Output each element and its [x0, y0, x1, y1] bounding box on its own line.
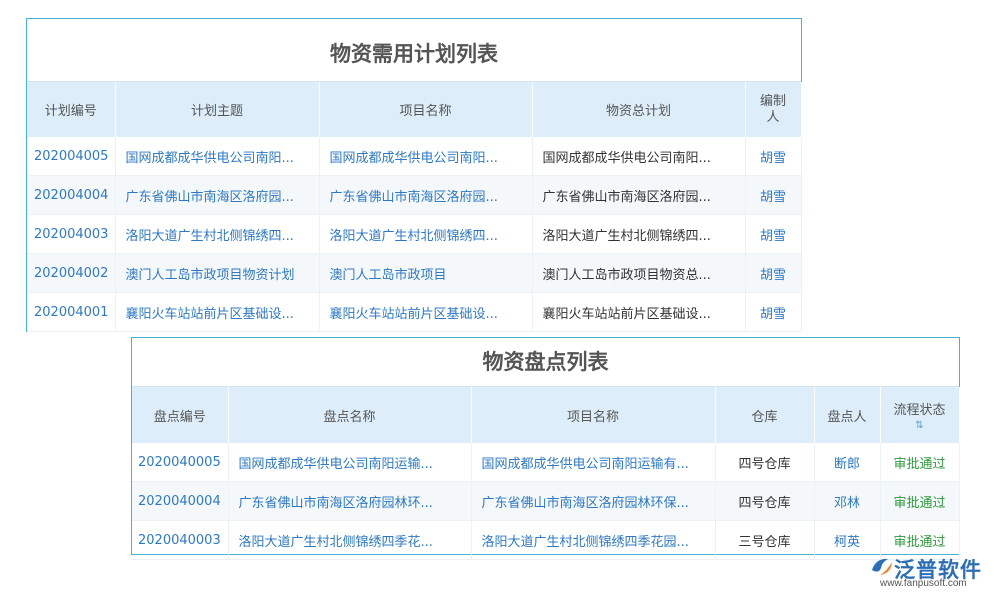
col-header-author[interactable]: 编制 人: [745, 82, 801, 137]
count-name-link[interactable]: 广东省佛山市南海区洛府园林环...: [228, 482, 471, 521]
author-link[interactable]: 胡雪: [745, 137, 801, 176]
inventory-list-table: 盘点编号 盘点名称 项目名称 仓库 盘点人 流程状态 ⇅ 2020040005 …: [132, 387, 960, 560]
project-name-link[interactable]: 广东省佛山市南海区洛府园林环保...: [471, 482, 715, 521]
author-link[interactable]: 胡雪: [745, 254, 801, 293]
plan-id-link[interactable]: 202004001: [27, 293, 115, 332]
project-name-link[interactable]: 洛阳大道广生村北侧锦绣四季花园...: [471, 521, 715, 560]
col-header-project-name[interactable]: 项目名称: [319, 82, 532, 137]
col-header-count-id[interactable]: 盘点编号: [132, 387, 228, 443]
counter-link[interactable]: 邓林: [814, 482, 880, 521]
author-link[interactable]: 胡雪: [745, 215, 801, 254]
plan-header-row: 计划编号 计划主题 项目名称 物资总计划 编制 人: [27, 82, 801, 137]
total-plan-cell: 澳门人工岛市政项目物资总...: [532, 254, 745, 293]
plan-subject-link[interactable]: 广东省佛山市南海区洛府园...: [115, 176, 319, 215]
author-link[interactable]: 胡雪: [745, 293, 801, 332]
plan-subject-link[interactable]: 襄阳火车站站前片区基础设...: [115, 293, 319, 332]
plan-id-link[interactable]: 202004004: [27, 176, 115, 215]
table-row[interactable]: 202004001 襄阳火车站站前片区基础设... 襄阳火车站站前片区基础设..…: [27, 293, 801, 332]
counter-link[interactable]: 柯英: [814, 521, 880, 560]
plan-id-link[interactable]: 202004002: [27, 254, 115, 293]
warehouse-cell: 三号仓库: [715, 521, 814, 560]
col-header-warehouse[interactable]: 仓库: [715, 387, 814, 443]
plan-id-link[interactable]: 202004005: [27, 137, 115, 176]
count-id-link[interactable]: 2020040004: [132, 482, 228, 521]
col-header-counter[interactable]: 盘点人: [814, 387, 880, 443]
project-name-link[interactable]: 洛阳大道广生村北侧锦绣四...: [319, 215, 532, 254]
total-plan-cell: 国网成都成华供电公司南阳...: [532, 137, 745, 176]
col-header-flow-status[interactable]: 流程状态 ⇅: [880, 387, 959, 443]
project-name-link[interactable]: 广东省佛山市南海区洛府园...: [319, 176, 532, 215]
warehouse-cell: 四号仓库: [715, 482, 814, 521]
col-header-project-name[interactable]: 项目名称: [471, 387, 715, 443]
fanpu-logo: 泛普软件 www.fanpusoft.com: [870, 556, 995, 596]
count-id-link[interactable]: 2020040005: [132, 443, 228, 482]
fanpu-logo-icon: [870, 556, 894, 578]
project-name-link[interactable]: 襄阳火车站站前片区基础设...: [319, 293, 532, 332]
project-name-link[interactable]: 澳门人工岛市政项目: [319, 254, 532, 293]
inventory-list-panel: 物资盘点列表 盘点编号 盘点名称 项目名称 仓库 盘点人 流程状态 ⇅ 2020…: [131, 337, 960, 555]
count-id-link[interactable]: 2020040003: [132, 521, 228, 560]
counter-link[interactable]: 断郎: [814, 443, 880, 482]
plan-subject-link[interactable]: 洛阳大道广生村北侧锦绣四...: [115, 215, 319, 254]
plan-subject-link[interactable]: 国网成都成华供电公司南阳...: [115, 137, 319, 176]
table-row[interactable]: 202004005 国网成都成华供电公司南阳... 国网成都成华供电公司南阳..…: [27, 137, 801, 176]
table-row[interactable]: 202004003 洛阳大道广生村北侧锦绣四... 洛阳大道广生村北侧锦绣四..…: [27, 215, 801, 254]
status-badge: 审批通过: [880, 443, 959, 482]
plan-list-title: 物资需用计划列表: [27, 19, 801, 82]
project-name-link[interactable]: 国网成都成华供电公司南阳...: [319, 137, 532, 176]
plan-list-panel: 物资需用计划列表 计划编号 计划主题 项目名称 物资总计划 编制 人 20200…: [26, 18, 802, 332]
table-row[interactable]: 2020040003 洛阳大道广生村北侧锦绣四季花... 洛阳大道广生村北侧锦绣…: [132, 521, 959, 560]
plan-subject-link[interactable]: 澳门人工岛市政项目物资计划: [115, 254, 319, 293]
total-plan-cell: 广东省佛山市南海区洛府园...: [532, 176, 745, 215]
table-row[interactable]: 202004002 澳门人工岛市政项目物资计划 澳门人工岛市政项目 澳门人工岛市…: [27, 254, 801, 293]
plan-list-table: 计划编号 计划主题 项目名称 物资总计划 编制 人 202004005 国网成都…: [27, 82, 802, 332]
total-plan-cell: 襄阳火车站站前片区基础设...: [532, 293, 745, 332]
col-header-count-name[interactable]: 盘点名称: [228, 387, 471, 443]
col-header-total-plan[interactable]: 物资总计划: [532, 82, 745, 137]
flow-status-label: 流程状态: [893, 403, 945, 418]
logo-url: www.fanpusoft.com: [880, 578, 967, 589]
table-row[interactable]: 2020040005 国网成都成华供电公司南阳运输... 国网成都成华供电公司南…: [132, 443, 959, 482]
author-link[interactable]: 胡雪: [745, 176, 801, 215]
inventory-header-row: 盘点编号 盘点名称 项目名称 仓库 盘点人 流程状态 ⇅: [132, 387, 959, 443]
table-row[interactable]: 2020040004 广东省佛山市南海区洛府园林环... 广东省佛山市南海区洛府…: [132, 482, 959, 521]
count-name-link[interactable]: 国网成都成华供电公司南阳运输...: [228, 443, 471, 482]
col-header-plan-id[interactable]: 计划编号: [27, 82, 115, 137]
status-badge: 审批通过: [880, 482, 959, 521]
project-name-link[interactable]: 国网成都成华供电公司南阳运输有...: [471, 443, 715, 482]
warehouse-cell: 四号仓库: [715, 443, 814, 482]
total-plan-cell: 洛阳大道广生村北侧锦绣四...: [532, 215, 745, 254]
inventory-list-title: 物资盘点列表: [132, 338, 959, 387]
count-name-link[interactable]: 洛阳大道广生村北侧锦绣四季花...: [228, 521, 471, 560]
plan-id-link[interactable]: 202004003: [27, 215, 115, 254]
col-header-plan-subject[interactable]: 计划主题: [115, 82, 319, 137]
table-row[interactable]: 202004004 广东省佛山市南海区洛府园... 广东省佛山市南海区洛府园..…: [27, 176, 801, 215]
sort-icon[interactable]: ⇅: [881, 420, 959, 432]
